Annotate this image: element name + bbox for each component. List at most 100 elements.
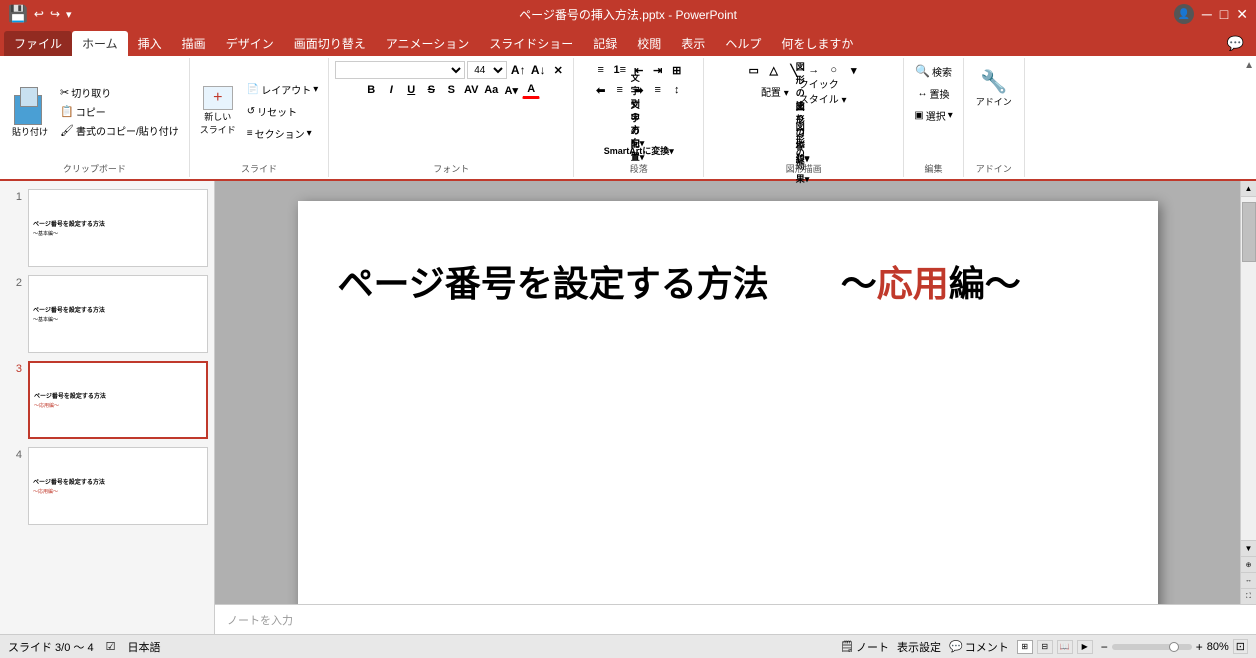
tab-insert[interactable]: 挿入 bbox=[128, 31, 172, 56]
zoom-slider[interactable] bbox=[1112, 644, 1192, 650]
display-settings-btn[interactable]: 表示設定 bbox=[897, 639, 941, 655]
scroll-down-btn[interactable]: ▼ bbox=[1241, 540, 1256, 556]
slide-thumb-4[interactable]: ページ番号を設定する方法 ～応用編～ bbox=[28, 447, 208, 525]
font-color-btn[interactable]: A bbox=[522, 81, 540, 99]
slide-item-4[interactable]: 4 ページ番号を設定する方法 ～応用編～ bbox=[0, 443, 214, 529]
zoom-level[interactable]: 80% bbox=[1207, 641, 1229, 653]
scroll-thumb[interactable] bbox=[1242, 202, 1256, 262]
status-left: スライド 3/0 ～ 4 ☑ 日本語 bbox=[8, 639, 160, 655]
zoom-in-btn[interactable]: + bbox=[1196, 640, 1203, 654]
right-scrollbar[interactable]: ▲ ▼ ⊕ ↔ ⛶ bbox=[1240, 181, 1256, 604]
fit-btn[interactable]: ⊡ bbox=[1233, 639, 1248, 654]
fit-width-btn[interactable]: ↔ bbox=[1241, 572, 1256, 588]
font-color-arrow-btn[interactable]: A▾ bbox=[502, 81, 520, 99]
align-left-btn[interactable]: ⬅ bbox=[592, 81, 610, 99]
strikethrough-btn[interactable]: S bbox=[422, 81, 440, 99]
tab-home[interactable]: ホーム bbox=[72, 31, 128, 56]
zoom-out-btn[interactable]: − bbox=[1101, 640, 1108, 654]
tab-animations[interactable]: アニメーション bbox=[376, 31, 480, 56]
underline-btn[interactable]: U bbox=[402, 81, 420, 99]
format-copy-button[interactable]: 🖌 書式のコピー/貼り付け bbox=[56, 121, 183, 139]
layout-button[interactable]: 📄 レイアウト ▾ bbox=[243, 79, 322, 99]
shape-more-btn[interactable]: ▾ bbox=[845, 61, 863, 79]
comments-btn[interactable]: 💬 コメント bbox=[949, 639, 1009, 655]
addin-button[interactable]: 🔧 アドイン bbox=[970, 61, 1018, 116]
slide-sorter-btn[interactable]: ⊟ bbox=[1037, 640, 1053, 654]
ribbon-collapse-btn[interactable]: ▲ bbox=[1242, 58, 1256, 177]
tab-review[interactable]: 校閲 bbox=[627, 31, 671, 56]
font-size-select[interactable]: 44 bbox=[467, 61, 507, 79]
tab-help[interactable]: ヘルプ bbox=[715, 31, 771, 56]
expand-btn[interactable]: ⛶ bbox=[1241, 588, 1256, 604]
language-status: 日本語 bbox=[127, 639, 160, 655]
view-buttons: ⊞ ⊟ 📖 ▶ bbox=[1017, 640, 1093, 654]
tab-slideshow[interactable]: スライドショー bbox=[479, 31, 583, 56]
window-title: ページ番号の挿入方法.pptx - PowerPoint bbox=[519, 6, 737, 23]
slide-thumb-3[interactable]: ページ番号を設定する方法 ～応用編～ bbox=[28, 361, 208, 439]
undo-btn[interactable]: ↩ bbox=[34, 7, 44, 21]
font-increase-btn[interactable]: A↑ bbox=[509, 61, 527, 79]
cut-button[interactable]: ✂ 切り取り bbox=[56, 83, 183, 101]
copy-button[interactable]: 📋 コピー bbox=[56, 102, 183, 120]
find-button[interactable]: 🔍 検索 bbox=[911, 61, 956, 81]
arrange-button[interactable]: 配置 ▾ bbox=[757, 81, 793, 101]
font-decrease-btn[interactable]: A↓ bbox=[529, 61, 547, 79]
canvas-scroll[interactable]: ページ番号を設定する方法 〜応用編〜 3 bbox=[215, 181, 1240, 604]
tab-view[interactable]: 表示 bbox=[671, 31, 715, 56]
text-align-btn[interactable]: 文字の配置▾ bbox=[630, 121, 648, 139]
paste-button[interactable]: 貼り付け bbox=[6, 83, 54, 140]
shape-rect[interactable]: ▭ bbox=[745, 61, 763, 79]
tab-record[interactable]: 記録 bbox=[583, 31, 627, 56]
tab-search[interactable]: 何をしますか bbox=[771, 31, 863, 56]
section-button[interactable]: ≡ セクション ▾ bbox=[243, 123, 322, 143]
change-case-btn[interactable]: Aa bbox=[482, 81, 500, 99]
font-name-select[interactable] bbox=[335, 61, 465, 79]
redo-btn[interactable]: ↪ bbox=[50, 7, 60, 21]
slide-item-2[interactable]: 2 ページ番号を設定する方法 ～基本編～ bbox=[0, 271, 214, 357]
clear-format-btn[interactable]: ✕ bbox=[549, 61, 567, 79]
replace-button[interactable]: ↔ 置換 bbox=[913, 83, 953, 103]
shape-effect-btn[interactable]: 図形の効果▾ bbox=[795, 143, 813, 161]
tab-transitions[interactable]: 画面切り替え bbox=[284, 31, 376, 56]
editing-group: 🔍 検索 ↔ 置換 ▣ 選択 ▾ 編集 bbox=[904, 58, 963, 177]
select-button[interactable]: ▣ 選択 ▾ bbox=[910, 105, 956, 125]
col-btn[interactable]: ⊞ bbox=[668, 61, 686, 79]
slide-thumb-2[interactable]: ページ番号を設定する方法 ～基本編～ bbox=[28, 275, 208, 353]
maximize-btn[interactable]: □ bbox=[1220, 6, 1228, 22]
tab-design[interactable]: デザイン bbox=[216, 31, 284, 56]
num-list-btn[interactable]: 1≡ bbox=[611, 61, 629, 79]
scroll-up-btn[interactable]: ▲ bbox=[1241, 181, 1256, 197]
increase-indent-btn[interactable]: ⇥ bbox=[649, 61, 667, 79]
slide-item-3[interactable]: 3 ページ番号を設定する方法 ～応用編～ bbox=[0, 357, 214, 443]
fit-slide-btn[interactable]: ⊕ bbox=[1241, 556, 1256, 572]
line-spacing-btn[interactable]: ↕ bbox=[668, 81, 686, 99]
notes-status-btn[interactable]: 🗒 ノート bbox=[840, 639, 889, 655]
drawing-group: ▭ △ ╲ → ○ ▾ 配置 ▾ クイックスタイル ▾ 図形の塗りつぶし▾ 図形… bbox=[704, 58, 904, 177]
normal-view-btn[interactable]: ⊞ bbox=[1017, 640, 1033, 654]
new-slide-button[interactable]: + 新しいスライド bbox=[196, 84, 240, 139]
bullet-list-btn[interactable]: ≡ bbox=[592, 61, 610, 79]
text-shadow-btn[interactable]: S bbox=[442, 81, 460, 99]
slide-item-1[interactable]: 1 ページ番号を設定する方法 ～基本編～ bbox=[0, 185, 214, 271]
char-spacing-btn[interactable]: AV bbox=[462, 81, 480, 99]
accessibility-icon[interactable]: ☑ bbox=[106, 640, 116, 653]
close-btn[interactable]: ✕ bbox=[1236, 6, 1248, 23]
tab-file[interactable]: ファイル bbox=[4, 31, 72, 56]
slideshow-btn[interactable]: ▶ bbox=[1077, 640, 1093, 654]
slide-thumb-1[interactable]: ページ番号を設定する方法 ～基本編～ bbox=[28, 189, 208, 267]
user-icon[interactable]: 👤 bbox=[1174, 4, 1194, 24]
reset-button[interactable]: ↺ リセット bbox=[243, 101, 322, 121]
shape-tri[interactable]: △ bbox=[765, 61, 783, 79]
align-center-btn[interactable]: ≡ bbox=[611, 81, 629, 99]
reading-view-btn[interactable]: 📖 bbox=[1057, 640, 1073, 654]
italic-btn[interactable]: I bbox=[382, 81, 400, 99]
minimize-btn[interactable]: ─ bbox=[1202, 6, 1212, 22]
tab-draw[interactable]: 描画 bbox=[172, 31, 216, 56]
comment-icon[interactable]: 💬 bbox=[1219, 31, 1252, 56]
quick-access: ▾ bbox=[66, 8, 72, 21]
justify-btn[interactable]: ≡ bbox=[649, 81, 667, 99]
bold-btn[interactable]: B bbox=[362, 81, 380, 99]
notes-area[interactable]: ノートを入力 bbox=[215, 604, 1256, 634]
zoom-thumb[interactable] bbox=[1169, 642, 1179, 652]
smartart-btn[interactable]: SmartArtに変換▾ bbox=[630, 141, 648, 159]
